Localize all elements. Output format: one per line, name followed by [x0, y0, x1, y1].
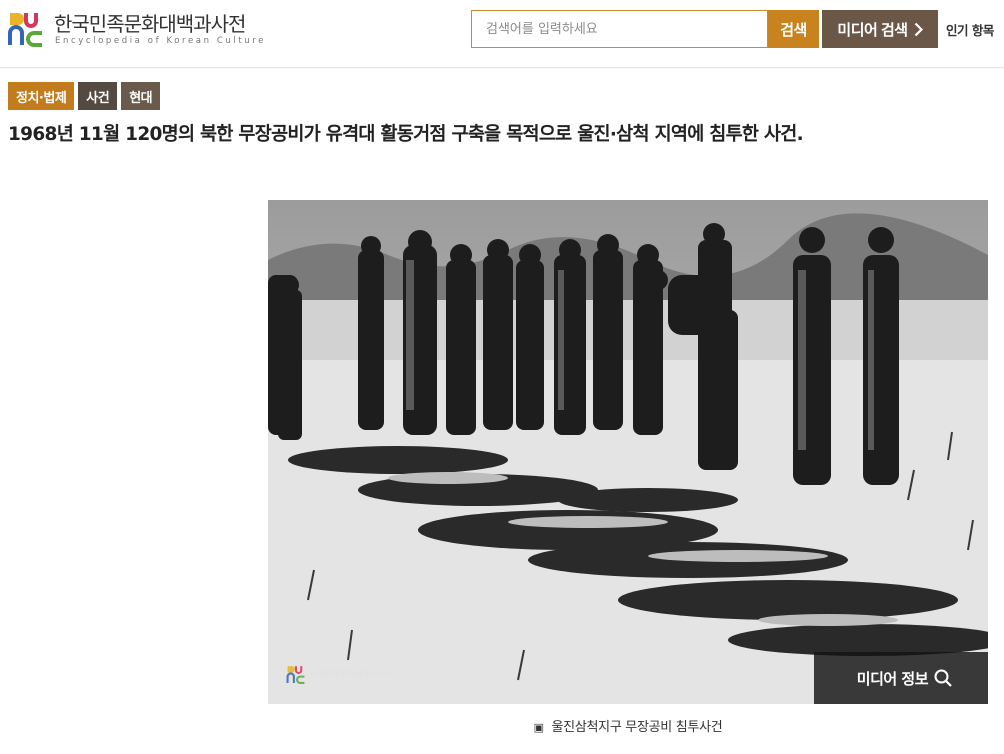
search-button[interactable]: 검색 [768, 10, 819, 48]
watermark-text: 한국민족문화대백과사전 [310, 669, 391, 679]
media-search-button[interactable]: 미디어 검색 [822, 10, 938, 48]
search-box [471, 10, 768, 48]
media-search-label: 미디어 검색 [837, 21, 908, 39]
eokc-logo-icon [286, 666, 305, 684]
media-photo[interactable]: 한국민족문화대백과사전 미디어 정보 [268, 200, 988, 704]
photo-icon: ▣ [533, 721, 544, 734]
media-info-label: 미디어 정보 [856, 669, 929, 688]
site-header: 한국민족문화대백과사전 Encyclopedia of Korean Cultu… [0, 0, 1004, 68]
article-summary: 1968년 11월 120명의 북한 무장공비가 유격대 활동거점 구축을 목적… [8, 124, 804, 145]
chevron-right-icon [914, 22, 923, 36]
photo-caption: ▣ 울진삼척지구 무장공비 침투사건 [268, 716, 988, 735]
site-logo-icon[interactable] [8, 9, 44, 47]
tag-era[interactable]: 현대 [121, 82, 161, 110]
caption-text: 울진삼척지구 무장공비 침투사건 [551, 720, 723, 735]
tag-category[interactable]: 정치·법제 [8, 82, 75, 110]
site-title[interactable]: 한국민족문화대백과사전 [54, 8, 246, 37]
popular-items-link[interactable]: 인기 항목 [946, 20, 994, 39]
tag-type[interactable]: 사건 [78, 82, 118, 110]
magnifier-icon [934, 669, 952, 687]
site-subtitle: Encyclopedia of Korean Culture [55, 36, 267, 46]
search-input[interactable] [472, 11, 767, 47]
media-info-button[interactable]: 미디어 정보 [814, 652, 988, 704]
photo-watermark: 한국민족문화대백과사전 [286, 664, 391, 684]
search-button-label: 검색 [780, 21, 807, 39]
category-tags: 정치·법제 사건 현대 [8, 82, 161, 110]
photo-illustration [268, 200, 988, 704]
